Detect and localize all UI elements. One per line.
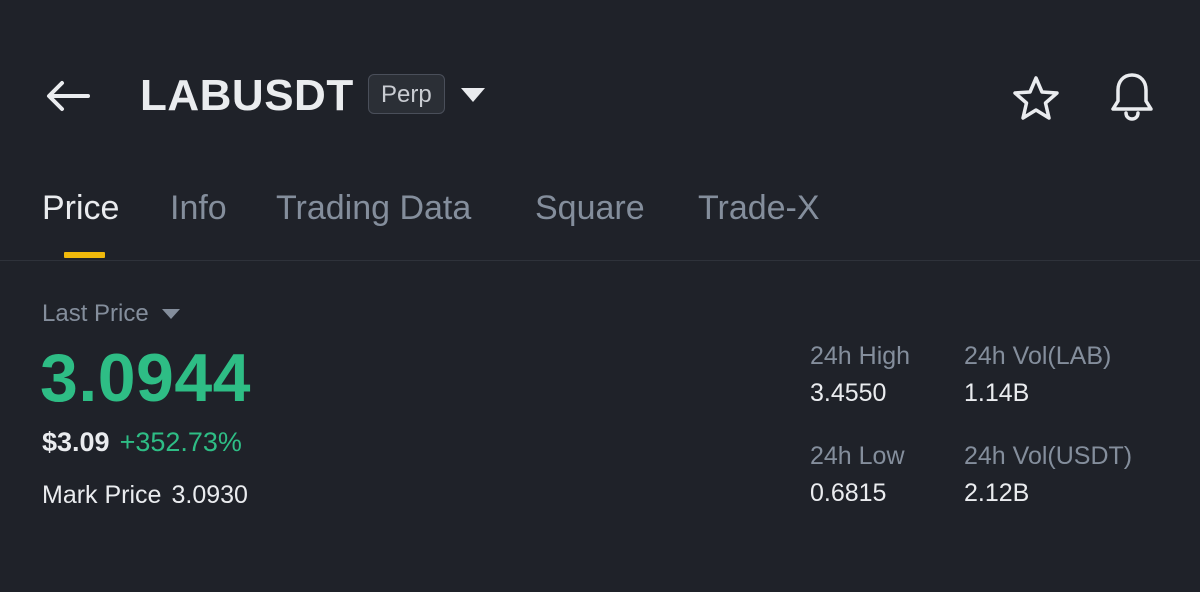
stat-label: 24h Low [810,442,905,470]
stat-value: 1.14B [964,379,1030,407]
mark-price-label: Mark Price [42,481,162,509]
price-alert-button[interactable] [1106,70,1158,122]
last-price-value: 3.0944 [40,340,251,416]
star-icon [1013,76,1059,120]
stat-24h-vol-base: 24h Vol(LAB) 1.14B [964,340,1111,410]
stat-label: 24h High [810,342,911,370]
last-price-label: Last Price [42,300,149,327]
back-arrow-icon [47,81,90,111]
usd-price-line: $3.09 +352.73% [42,424,242,460]
stat-value: 3.4550 [810,379,887,407]
tab-trade-x[interactable]: Trade-X [698,186,820,230]
caret-down-icon [461,88,485,102]
stat-value: 2.12B [964,479,1030,507]
stat-24h-low: 24h Low 0.6815 [810,440,905,510]
stat-24h-high: 24h High 3.4550 [810,340,910,410]
tab-price[interactable]: Price [42,186,119,230]
favorite-button[interactable] [1010,72,1062,124]
bell-icon [1111,73,1153,121]
symbol-title[interactable]: LABUSDT [140,70,354,122]
symbol-dropdown-button[interactable] [458,80,488,110]
stat-label: 24h Vol(USDT) [964,442,1133,470]
top-header: LABUSDT Perp [0,0,1200,190]
tab-trading-data[interactable]: Trading Data [276,186,471,230]
tab-bar: Price Info Trading Data Square Trade-X [0,180,1200,261]
last-price-selector[interactable]: Last Price [42,298,181,330]
stat-value: 0.6815 [810,479,887,507]
active-tab-indicator [64,252,105,258]
stat-24h-vol-quote: 24h Vol(USDT) 2.12B [964,440,1132,510]
price-change-percent: +352.73% [119,427,242,457]
usd-price: $3.09 [42,427,110,457]
mark-price-line: Mark Price 3.0930 [42,478,248,512]
mark-price-value: 3.0930 [171,481,248,509]
stat-label: 24h Vol(LAB) [964,342,1112,370]
back-button[interactable] [42,74,94,118]
futures-price-page: LABUSDT Perp Price Info Trading Data Squ… [0,0,1200,592]
tab-info[interactable]: Info [170,186,227,230]
tab-square[interactable]: Square [535,186,645,230]
caret-down-icon [161,309,180,319]
contract-type-badge: Perp [368,74,445,114]
